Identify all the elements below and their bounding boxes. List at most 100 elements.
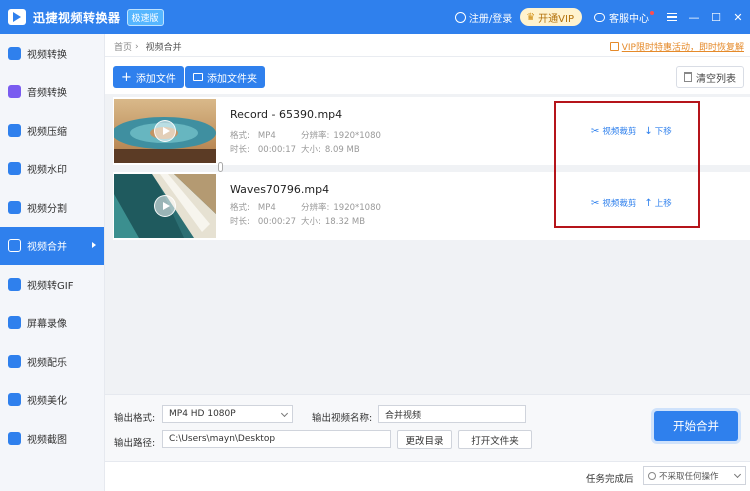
sidebar-item-label: 视频配乐 [27, 357, 67, 369]
add-folder-button[interactable]: 添加文件夹 [185, 66, 265, 88]
open-folder-button[interactable]: 打开文件夹 [458, 430, 532, 449]
promo-text: VIP限时特惠活动，即时恢复解 [621, 43, 744, 53]
sidebar-feature-icon [8, 200, 21, 214]
sidebar-item-label: 视频合并 [27, 242, 67, 254]
breadcrumb-home[interactable]: 首页 [114, 40, 132, 53]
output-path-input[interactable]: C:\Users\mayn\Desktop [162, 430, 391, 448]
sidebar-item-label: 视频美化 [27, 396, 67, 408]
sidebar-item-label: 视频水印 [27, 165, 67, 177]
add-file-button[interactable]: + 添加文件 [113, 66, 184, 88]
sidebar-item[interactable]: 音频转换 [0, 73, 104, 112]
user-icon [454, 11, 466, 23]
sidebar-item[interactable]: 视频转GIF [0, 265, 104, 304]
sidebar: 视频转换音频转换视频压缩视频水印视频分割视频合并视频转GIF 屏幕录像视频配乐视频… [0, 34, 105, 491]
sidebar-item[interactable]: 视频转换 [0, 34, 104, 73]
output-path-value: C:\Users\mayn\Desktop [169, 434, 276, 444]
breadcrumb-separator: › [135, 41, 139, 52]
sidebar-feature-icon [8, 354, 21, 368]
title-bar: 迅捷视频转换器 极速版 注册/登录 ♛ 开通VIP 客服中心 — ☐ ✕ [0, 0, 750, 34]
breadcrumb-current: 视频合并 [145, 43, 182, 53]
start-merge-button[interactable]: 开始合并 [654, 411, 738, 441]
output-format-value: MP4 HD 1080P [169, 409, 236, 419]
sidebar-item-label: 视频截图 [27, 434, 67, 446]
output-path-label: 输出路径: [114, 438, 156, 449]
sidebar-item[interactable]: 视频水印 [0, 150, 104, 189]
file-format: 格式: MP4 [230, 203, 276, 213]
plus-icon: + [121, 69, 132, 85]
trash-icon [684, 72, 692, 82]
change-directory-button[interactable]: 更改目录 [397, 430, 452, 449]
file-resolution: 分辨率: 1920*1080 [301, 203, 381, 213]
sidebar-item[interactable]: 屏幕录像 [0, 304, 104, 343]
chevron-down-icon [733, 470, 742, 479]
sidebar-item[interactable]: 视频分割 [0, 188, 104, 227]
promo-link[interactable]: VIP限时特惠活动，即时恢复解 [609, 40, 744, 53]
clear-list-button[interactable]: 清空列表 [676, 66, 744, 88]
folder-icon [193, 73, 203, 81]
sidebar-item-label: 屏幕录像 [27, 319, 67, 331]
sidebar-item[interactable]: 视频配乐 [0, 342, 104, 381]
sidebar-feature-icon [8, 239, 21, 253]
output-name-input[interactable]: 合并视频 [378, 405, 526, 423]
output-settings-panel: 输出格式: MP4 HD 1080P 输出视频名称: 合并视频 输出路径: C:… [105, 394, 750, 461]
merge-connector-icon [218, 162, 223, 172]
divider [105, 56, 750, 57]
menu-icon[interactable] [662, 7, 682, 27]
sidebar-item[interactable]: 视频合并 [0, 226, 104, 265]
play-icon[interactable] [154, 120, 176, 142]
login-label: 注册/登录 [468, 13, 513, 25]
sidebar-item[interactable]: 视频截图 [0, 419, 104, 458]
breadcrumb: 首页 › 视频合并 [114, 40, 182, 54]
file-size: 大小: 18.32 MB [301, 217, 366, 227]
vip-button[interactable]: ♛ 开通VIP [520, 8, 582, 26]
sidebar-item[interactable]: 视频美化 [0, 381, 104, 420]
chevron-down-icon [280, 409, 289, 418]
vip-label: 开通VIP [538, 13, 574, 25]
chat-icon [594, 12, 605, 22]
app-logo-icon [8, 9, 26, 25]
sidebar-item-label: 视频压缩 [27, 126, 67, 138]
prohibit-icon [648, 471, 656, 480]
maximize-icon[interactable]: ☐ [706, 7, 726, 27]
output-format-label: 输出格式: [114, 413, 156, 424]
sidebar-feature-icon [8, 123, 21, 137]
output-name-label: 输出视频名称: [312, 413, 373, 424]
video-thumbnail[interactable] [114, 99, 216, 163]
gift-icon [609, 42, 619, 51]
minimize-icon[interactable]: — [684, 7, 704, 27]
after-task-value: 不采取任何操作 [659, 471, 719, 482]
sidebar-feature-icon [8, 393, 21, 407]
file-size: 大小: 8.09 MB [301, 145, 360, 155]
close-icon[interactable]: ✕ [728, 7, 748, 27]
after-task-label: 任务完成后 [586, 474, 634, 485]
sidebar-feature-icon [8, 162, 21, 176]
add-folder-label: 添加文件夹 [207, 73, 257, 85]
app-title: 迅捷视频转换器 [33, 10, 121, 25]
output-format-select[interactable]: MP4 HD 1080P [162, 405, 293, 423]
status-bar: 任务完成后 不采取任何操作 [105, 461, 750, 491]
after-task-select[interactable]: 不采取任何操作 [643, 466, 746, 485]
play-icon[interactable] [154, 195, 176, 217]
notification-dot [650, 11, 654, 15]
sidebar-feature-icon [8, 316, 21, 330]
sidebar-item-label: 音频转换 [27, 88, 67, 100]
login-link[interactable]: 注册/登录 [454, 10, 513, 25]
file-duration: 时长: 00:00:27 [230, 217, 297, 227]
service-center-link[interactable]: 客服中心 [594, 10, 654, 25]
file-name: Waves70796.mp4 [230, 183, 330, 196]
sidebar-item-label: 视频转GIF [27, 280, 74, 292]
add-file-label: 添加文件 [135, 73, 176, 85]
annotation-highlight-box [554, 101, 700, 228]
output-name-value: 合并视频 [385, 410, 422, 421]
chevron-right-icon [92, 241, 96, 248]
sidebar-feature-icon [8, 277, 21, 291]
edition-badge: 极速版 [126, 8, 164, 26]
sidebar-feature-icon [8, 85, 21, 99]
clear-list-label: 清空列表 [696, 73, 736, 85]
file-resolution: 分辨率: 1920*1080 [301, 131, 381, 141]
service-label: 客服中心 [609, 13, 649, 25]
file-name: Record - 65390.mp4 [230, 108, 343, 121]
video-thumbnail[interactable] [114, 174, 216, 238]
sidebar-item[interactable]: 视频压缩 [0, 111, 104, 150]
sidebar-item-label: 视频转换 [27, 49, 67, 61]
